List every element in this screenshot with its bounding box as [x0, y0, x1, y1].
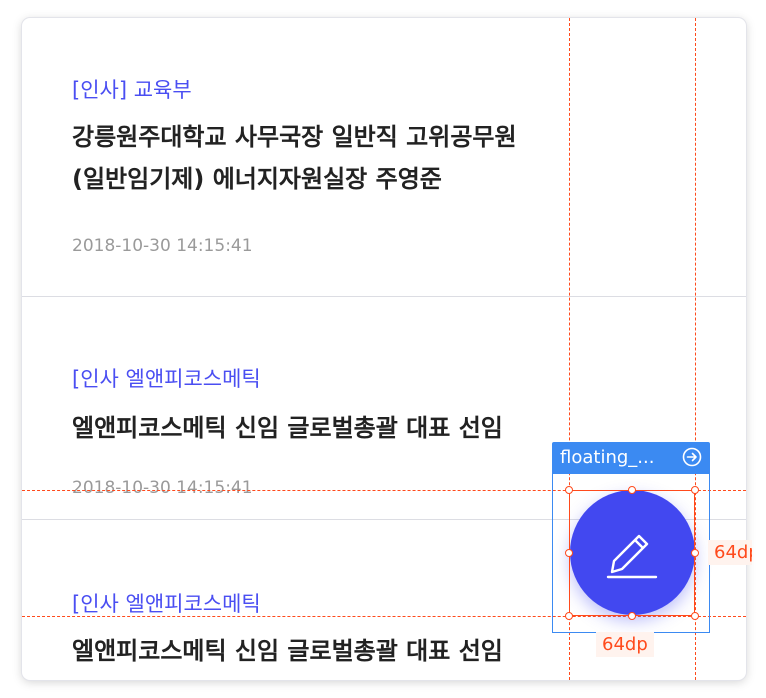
- headline-line: (일반임기제) 에너지자원실장 주영준: [72, 165, 442, 193]
- selection-label[interactable]: floating_...: [552, 442, 710, 474]
- news-category: [인사 엘앤피코스메틱: [72, 367, 261, 391]
- news-headline: 강릉원주대학교 사무국장 일반직 고위공무원 (일반임기제) 에너지자원실장 주…: [72, 116, 517, 200]
- resize-handle[interactable]: [691, 486, 699, 494]
- news-headline: 엘앤피코스메틱 신임 글로벌총괄 대표 선임: [72, 414, 503, 442]
- resize-handle[interactable]: [565, 486, 573, 494]
- resize-handle[interactable]: [691, 612, 699, 620]
- news-timestamp: 2018-10-30 14:15:41: [72, 236, 253, 256]
- resize-handle[interactable]: [565, 549, 573, 557]
- news-category: [인사] 교육부: [72, 78, 192, 102]
- measurement-box: [569, 490, 695, 616]
- resize-handle[interactable]: [628, 486, 636, 494]
- news-category: [인사 엘앤피코스메틱: [72, 592, 261, 616]
- resize-handle[interactable]: [691, 549, 699, 557]
- width-dimension-label: 64dp: [596, 632, 654, 657]
- selection-label-text: floating_...: [560, 447, 655, 468]
- news-headline: 엘앤피코스메틱 신임 글로벌총괄 대표 선임: [72, 637, 503, 665]
- arrow-circle-right-icon[interactable]: [682, 447, 702, 467]
- height-dimension-label: 64dp: [708, 540, 752, 565]
- news-timestamp: 2018-10-30 14:15:41: [72, 478, 253, 498]
- resize-handle[interactable]: [628, 612, 636, 620]
- list-item[interactable]: [인사] 교육부 강릉원주대학교 사무국장 일반직 고위공무원 (일반임기제) …: [22, 18, 746, 297]
- headline-line: 강릉원주대학교 사무국장 일반직 고위공무원: [72, 123, 517, 151]
- resize-handle[interactable]: [565, 612, 573, 620]
